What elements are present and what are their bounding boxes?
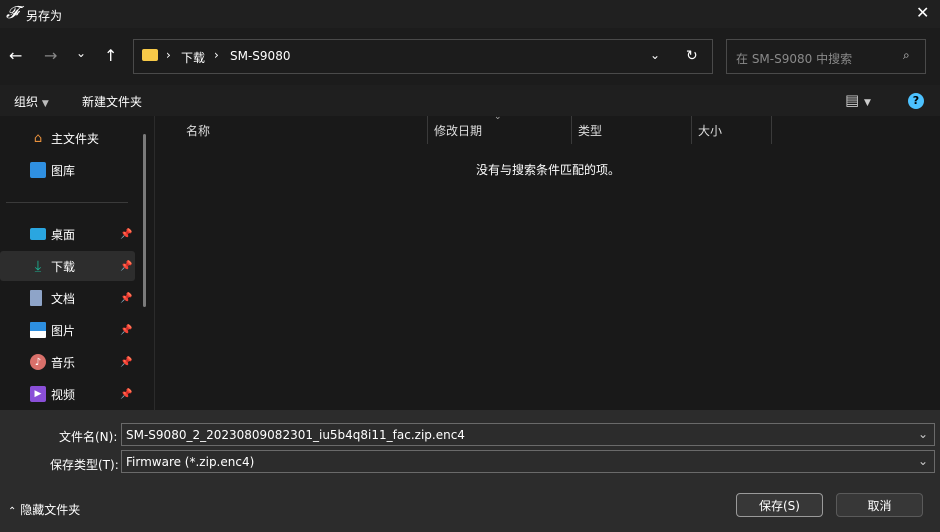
- breadcrumb-separator: ›: [166, 48, 171, 62]
- pin-icon[interactable]: 📌: [120, 229, 132, 240]
- pin-icon[interactable]: 📌: [120, 325, 132, 336]
- search-placeholder: 在 SM-S9080 中搜索: [736, 52, 853, 66]
- filename-value: SM-S9080_2_20230809082301_iu5b4q8i11_fac…: [126, 427, 465, 442]
- address-dropdown-icon[interactable]: ⌄: [650, 48, 660, 62]
- pictures-icon: [30, 322, 46, 338]
- hide-folders-label: 隐藏文件夹: [20, 503, 81, 517]
- sidebar-item-label: 视频: [51, 387, 76, 402]
- toolbar: 组织 ▼ 新建文件夹 ▤ ▼ ?: [0, 85, 940, 116]
- column-label: 修改日期: [434, 123, 483, 138]
- pin-icon[interactable]: 📌: [120, 261, 132, 272]
- sidebar-item-label: 下载: [51, 259, 76, 274]
- pin-icon[interactable]: 📌: [120, 293, 132, 304]
- organize-button[interactable]: 组织 ▼: [14, 93, 49, 110]
- address-bar[interactable]: › 下载 › SM-S9080 ⌄ ↻: [133, 39, 713, 74]
- divider: [6, 202, 128, 203]
- filename-input[interactable]: SM-S9080_2_20230809082301_iu5b4q8i11_fac…: [121, 423, 935, 446]
- save-button[interactable]: 保存(S): [736, 493, 823, 517]
- desktop-icon: [30, 228, 46, 240]
- filename-label: 文件名(N):: [59, 430, 118, 444]
- cancel-button[interactable]: 取消: [836, 493, 923, 517]
- back-icon[interactable]: ←: [9, 46, 22, 65]
- sidebar-item-home[interactable]: ⌂ 主文件夹: [0, 123, 135, 153]
- help-icon[interactable]: ?: [908, 93, 924, 109]
- sidebar-item-label: 主文件夹: [51, 131, 100, 146]
- file-type-value: Firmware (*.zip.enc4): [126, 454, 255, 469]
- column-label: 大小: [698, 123, 723, 138]
- window-title: 另存为: [26, 9, 63, 23]
- sidebar-item-label: 文档: [51, 291, 76, 306]
- caret-down-icon: ▼: [41, 99, 49, 109]
- close-icon[interactable]: ✕: [916, 3, 929, 22]
- gallery-icon: [30, 162, 46, 178]
- breadcrumb-current[interactable]: SM-S9080: [230, 49, 290, 63]
- column-header-date[interactable]: 修改日期 ⌄: [428, 112, 572, 144]
- filename-dropdown-icon[interactable]: ⌄: [918, 427, 928, 441]
- home-icon: ⌂: [33, 130, 43, 146]
- column-header-name[interactable]: 名称: [156, 116, 428, 144]
- hide-folders-toggle[interactable]: ⌃ 隐藏文件夹: [8, 501, 80, 518]
- column-label: 名称: [186, 123, 211, 138]
- organize-label: 组织: [14, 95, 39, 109]
- forward-icon[interactable]: →: [44, 46, 57, 65]
- sidebar-item-videos[interactable]: ▶ 视频 📌: [0, 379, 135, 409]
- sidebar-item-documents[interactable]: 文档 📌: [0, 283, 135, 313]
- view-options-icon[interactable]: ▤ ▼: [845, 91, 871, 109]
- sidebar-item-label: 音乐: [51, 355, 76, 370]
- empty-message: 没有与搜索条件匹配的项。: [476, 163, 621, 177]
- column-label: 类型: [578, 123, 603, 138]
- breadcrumb-separator: ›: [214, 48, 219, 62]
- search-icon[interactable]: ⌕: [903, 48, 910, 63]
- pin-icon[interactable]: 📌: [120, 389, 132, 400]
- sidebar-item-label: 图片: [51, 323, 76, 338]
- folder-icon: [142, 49, 158, 61]
- sidebar-item-label: 图库: [51, 163, 76, 178]
- video-icon: ▶: [30, 386, 46, 402]
- column-header-type[interactable]: 类型: [572, 116, 692, 144]
- search-input[interactable]: 在 SM-S9080 中搜索 ⌕: [726, 39, 926, 74]
- app-logo-icon: 𝓕: [6, 3, 19, 23]
- title-bar: 𝓕 另存为 ✕: [0, 0, 940, 28]
- file-list: 名称 修改日期 ⌄ 类型 大小 没有与搜索条件匹配的项。: [156, 112, 940, 410]
- recent-locations-chevron-icon[interactable]: ⌄: [76, 46, 86, 60]
- chevron-up-icon: ⌃: [8, 506, 17, 517]
- save-panel: 文件名(N): SM-S9080_2_20230809082301_iu5b4q…: [0, 410, 940, 532]
- download-icon: ⤓: [34, 257, 42, 275]
- file-type-label: 保存类型(T):: [50, 458, 119, 472]
- sidebar-item-pictures[interactable]: 图片 📌: [0, 315, 135, 345]
- sidebar-item-gallery[interactable]: 图库: [0, 155, 135, 185]
- pin-icon[interactable]: 📌: [120, 357, 132, 368]
- file-type-select[interactable]: Firmware (*.zip.enc4) ⌄: [121, 450, 935, 473]
- music-icon: ♪: [30, 354, 46, 370]
- file-type-dropdown-icon[interactable]: ⌄: [918, 454, 928, 468]
- sidebar-item-label: 桌面: [51, 227, 76, 242]
- sidebar-item-downloads[interactable]: ⤓ 下载 📌: [0, 251, 135, 281]
- refresh-icon[interactable]: ↻: [686, 48, 698, 64]
- sort-chevron-icon: ⌄: [494, 112, 502, 122]
- sidebar-scrollbar[interactable]: [143, 134, 146, 307]
- navigation-pane: ⌂ 主文件夹 图库 桌面 📌 ⤓ 下载 📌 文档 📌 图片 📌 ♪ 音乐 📌 ▶ 视频 📌: [0, 116, 155, 410]
- navigation-bar: ← → ⌄ ↑ › 下载 › SM-S9080 ⌄ ↻ 在 SM-S9080 中…: [0, 28, 940, 85]
- breadcrumb-downloads[interactable]: 下载: [181, 49, 205, 66]
- column-header-size[interactable]: 大小: [692, 116, 772, 144]
- sidebar-item-music[interactable]: ♪ 音乐 📌: [0, 347, 135, 377]
- up-icon[interactable]: ↑: [104, 46, 117, 65]
- new-folder-button[interactable]: 新建文件夹: [82, 93, 142, 110]
- sidebar-item-desktop[interactable]: 桌面 📌: [0, 219, 135, 249]
- document-icon: [30, 290, 42, 306]
